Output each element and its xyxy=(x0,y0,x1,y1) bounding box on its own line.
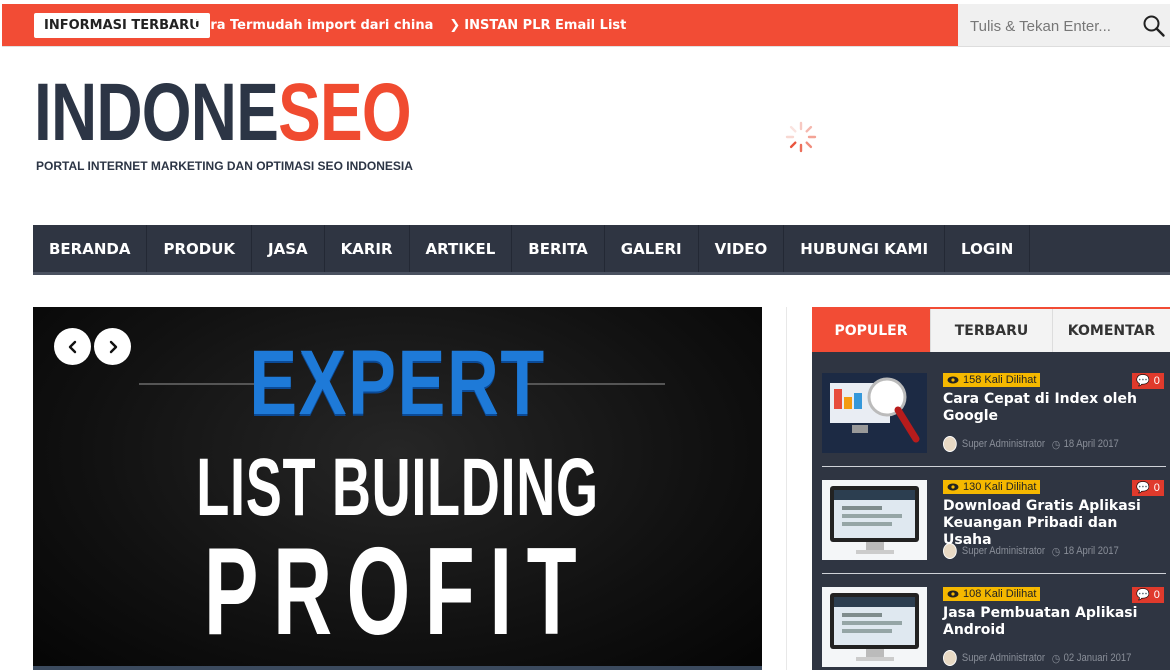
post-thumbnail[interactable] xyxy=(822,587,927,667)
comment-badge[interactable]: 💬 0 xyxy=(1132,373,1164,389)
views-badge: 108 Kali Dilihat xyxy=(943,587,1041,601)
views-count: 108 Kali Dilihat xyxy=(963,588,1037,600)
ticker-link[interactable]: ❯ INSTAN PLR Email List xyxy=(449,18,626,33)
slide-heading-profit: PROFIT xyxy=(203,523,592,661)
post-author[interactable]: Super Administrator xyxy=(962,652,1045,664)
nav-item-artikel[interactable]: ARTIKEL xyxy=(410,225,513,272)
post-date: 18 April 2017 xyxy=(1063,438,1119,450)
post-title-link[interactable]: Jasa Pembuatan Aplikasi Android xyxy=(943,605,1165,639)
ticker-link-text: INSTAN PLR Email List xyxy=(464,18,627,33)
site-tagline: PORTAL INTERNET MARKETING DAN OPTIMASI S… xyxy=(36,159,413,173)
post-author[interactable]: Super Administrator xyxy=(962,438,1045,450)
eye-icon xyxy=(947,376,959,384)
featured-slider[interactable]: EXPERT LIST BUILDING PROFIT xyxy=(33,307,762,670)
views-count: 130 Kali Dilihat xyxy=(963,481,1037,493)
ticker-label: INFORMASI TERBARU xyxy=(34,13,210,38)
views-count: 158 Kali Dilihat xyxy=(963,374,1037,386)
eye-icon xyxy=(947,590,959,598)
post-thumbnail[interactable] xyxy=(822,480,927,560)
comment-count: 0 xyxy=(1153,375,1160,387)
post-date: 02 Januari 2017 xyxy=(1063,652,1132,664)
list-item[interactable]: 130 Kali Dilihat 💬 0 Download Gratis Apl… xyxy=(822,480,1166,580)
sidebar-widget: POPULER TERBARU KOMENTAR 158 Kali Diliha… xyxy=(812,307,1170,670)
search-icon[interactable] xyxy=(1142,14,1166,38)
nav-item-login[interactable]: LOGIN xyxy=(945,225,1031,272)
post-meta: Super Administrator ◷ 18 April 2017 xyxy=(943,543,1119,559)
avatar xyxy=(943,543,957,559)
post-title-link[interactable]: Cara Cepat di Index oleh Google xyxy=(943,391,1165,425)
column-divider xyxy=(786,307,787,670)
ticker-items: Cara Termudah import dari china ❯ INSTAN… xyxy=(192,4,642,47)
comment-badge[interactable]: 💬 0 xyxy=(1132,480,1164,496)
comment-icon: 💬 xyxy=(1136,375,1150,387)
chevron-left-icon xyxy=(68,340,76,353)
tab-komentar[interactable]: KOMENTAR xyxy=(1053,309,1170,352)
search-box xyxy=(958,4,1170,47)
views-badge: 158 Kali Dilihat xyxy=(943,373,1041,387)
clock-icon: ◷ xyxy=(1051,438,1061,451)
loading-spinner-icon xyxy=(783,119,819,155)
post-date: 18 April 2017 xyxy=(1063,545,1119,557)
comment-count: 0 xyxy=(1153,482,1160,494)
slider-progress-bar xyxy=(33,666,762,670)
post-author[interactable]: Super Administrator xyxy=(962,545,1045,557)
search-input[interactable] xyxy=(970,14,1130,38)
list-item[interactable]: 158 Kali Dilihat 💬 0 Cara Cepat di Index… xyxy=(822,373,1166,473)
ticker-link-text: Cara Termudah import dari china xyxy=(192,18,434,33)
tab-terbaru[interactable]: TERBARU xyxy=(931,309,1053,352)
slide-heading-list-building: LIST BUILDING xyxy=(196,442,599,533)
avatar xyxy=(943,650,957,666)
slider-next-button[interactable] xyxy=(94,328,131,365)
nav-item-beranda[interactable]: BERANDA xyxy=(33,225,148,272)
logo-dark-text: INDONE xyxy=(34,67,279,158)
tab-populer[interactable]: POPULER xyxy=(812,309,931,352)
nav-item-galeri[interactable]: GALERI xyxy=(605,225,699,272)
comment-icon: 💬 xyxy=(1136,589,1150,601)
news-ticker: INFORMASI TERBARU Cara Termudah import d… xyxy=(2,4,958,47)
page: INFORMASI TERBARU Cara Termudah import d… xyxy=(0,0,1170,670)
avatar xyxy=(943,436,957,452)
divider xyxy=(822,466,1166,467)
post-title-link[interactable]: Download Gratis Aplikasi Keuangan Pribad… xyxy=(943,498,1165,549)
nav-item-karir[interactable]: KARIR xyxy=(325,225,410,272)
sidebar-tabs: POPULER TERBARU KOMENTAR xyxy=(812,307,1170,352)
post-meta: Super Administrator ◷ 02 Januari 2017 xyxy=(943,650,1131,666)
nav-item-hubungi-kami[interactable]: HUBUNGI KAMI xyxy=(784,225,946,272)
comment-count: 0 xyxy=(1153,589,1160,601)
logo-red-text: SEO xyxy=(278,67,412,158)
site-logo[interactable]: INDONESEO xyxy=(34,70,517,156)
clock-icon: ◷ xyxy=(1051,652,1061,665)
views-badge: 130 Kali Dilihat xyxy=(943,480,1041,494)
slider-prev-button[interactable] xyxy=(54,328,91,365)
comment-badge[interactable]: 💬 0 xyxy=(1132,587,1164,603)
comment-icon: 💬 xyxy=(1136,482,1150,494)
nav-item-jasa[interactable]: JASA xyxy=(252,225,325,272)
ticker-link[interactable]: Cara Termudah import dari china xyxy=(192,18,433,33)
nav-item-produk[interactable]: PRODUK xyxy=(147,225,253,272)
chevron-right-icon: ❯ xyxy=(449,18,461,33)
eye-icon xyxy=(947,483,959,491)
clock-icon: ◷ xyxy=(1051,545,1061,558)
post-thumbnail[interactable] xyxy=(822,373,927,453)
top-bar: INFORMASI TERBARU Cara Termudah import d… xyxy=(0,0,1170,48)
chevron-right-icon xyxy=(109,340,117,353)
nav-item-berita[interactable]: BERITA xyxy=(512,225,605,272)
list-item[interactable]: 108 Kali Dilihat 💬 0 Jasa Pembuatan Apli… xyxy=(822,587,1166,670)
nav-item-video[interactable]: VIDEO xyxy=(699,225,785,272)
main-nav: BERANDA PRODUK JASA KARIR ARTIKEL BERITA… xyxy=(33,225,1170,275)
post-meta: Super Administrator ◷ 18 April 2017 xyxy=(943,436,1119,452)
slide-heading-expert: EXPERT xyxy=(249,332,546,434)
divider xyxy=(822,573,1166,574)
